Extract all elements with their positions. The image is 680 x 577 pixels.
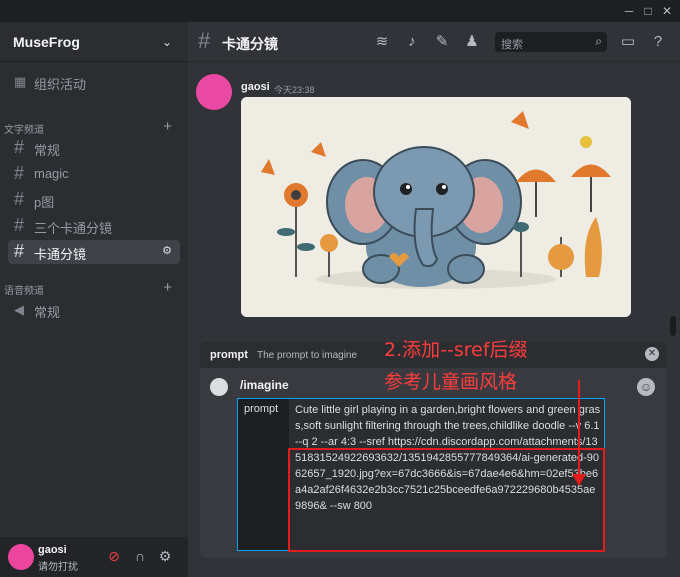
close-icon[interactable]: ✕ <box>645 347 659 361</box>
close-icon[interactable]: ✕ <box>658 3 676 19</box>
avatar[interactable] <box>196 74 232 110</box>
option-label: prompt <box>238 399 289 550</box>
server-name: MuseFrog <box>13 34 80 50</box>
hash-icon: # <box>198 28 211 53</box>
avatar[interactable] <box>8 544 34 570</box>
inbox-icon[interactable]: ▭ <box>618 32 638 52</box>
sidebar-item-voice-general[interactable]: ◀ 常规 <box>8 298 180 322</box>
mute-mic-icon[interactable]: ⊘ <box>105 548 123 566</box>
hash-icon: # <box>14 215 25 235</box>
maximize-icon[interactable]: □ <box>639 3 657 19</box>
search-input[interactable]: 搜索 ⌕ <box>495 32 607 52</box>
hash-icon: # <box>14 241 25 261</box>
hash-icon: # <box>14 163 25 183</box>
annotation-arrow <box>578 380 580 478</box>
message-time: 今天23:38 <box>274 85 315 95</box>
annotation-line-2: 参考儿童画风格 <box>384 371 518 393</box>
annotation-line-1: 2.添加--sref后缀 <box>384 339 528 361</box>
speaker-icon: ◀ <box>14 302 24 317</box>
arrow-head-icon <box>572 474 586 486</box>
calendar-icon: ▦ <box>14 74 27 89</box>
sidebar-item-magic[interactable]: # magic <box>8 162 180 186</box>
pin-icon[interactable]: ✎ <box>432 32 452 52</box>
scrollbar[interactable] <box>670 316 676 336</box>
threads-icon[interactable]: ≋ <box>372 32 392 52</box>
channel-title: 卡通分镜 <box>222 36 278 52</box>
emoji-icon[interactable]: ☺ <box>637 378 655 396</box>
command-name[interactable]: /imagine <box>240 378 289 392</box>
category-text-channels[interactable]: 文字频道 <box>4 121 44 136</box>
prompt-hint-description: The prompt to imagine <box>257 350 358 361</box>
bot-icon <box>210 378 228 396</box>
channel-sidebar: MuseFrog ⌄ ▦ 组织活动 文字频道 + # 常规 # magic # … <box>0 22 188 577</box>
sidebar-item-storyboard[interactable]: # 卡通分镜 ⚙ <box>8 240 180 264</box>
gear-icon[interactable]: ⚙ <box>156 548 174 566</box>
user-status: 请勿打扰 <box>38 562 78 573</box>
server-header[interactable]: MuseFrog ⌄ <box>0 22 188 62</box>
sidebar-item-p-image[interactable]: # p图 <box>8 188 180 212</box>
add-channel-icon[interactable]: + <box>163 118 172 135</box>
sidebar-item-three-storyboards[interactable]: # 三个卡通分镜 <box>8 214 180 238</box>
add-member-icon[interactable]: ⚙ <box>162 244 172 257</box>
headphones-icon[interactable]: ∩ <box>131 548 149 566</box>
members-icon[interactable]: ♟ <box>462 32 482 52</box>
search-icon: ⌕ <box>595 34 602 48</box>
hash-icon: # <box>14 137 25 157</box>
help-icon[interactable]: ? <box>648 32 668 52</box>
hash-icon: # <box>14 189 25 209</box>
user-name: gaosi <box>38 544 67 556</box>
add-voice-channel-icon[interactable]: + <box>163 279 172 296</box>
sidebar-item-general[interactable]: # 常规 <box>8 136 180 160</box>
sidebar-item-events[interactable]: ▦ 组织活动 <box>8 70 180 94</box>
category-voice-channels[interactable]: 语音频道 <box>4 282 44 297</box>
minimize-icon[interactable]: ─ <box>620 3 638 19</box>
highlight-box <box>288 448 605 552</box>
channel-header: # 卡通分镜 ≋ ♪ ✎ ♟ 搜索 ⌕ ▭ ? <box>188 22 680 62</box>
user-panel: gaosi 请勿打扰 ⊘ ∩ ⚙ <box>0 537 188 577</box>
elephant-illustration <box>241 97 631 317</box>
chevron-down-icon[interactable]: ⌄ <box>162 35 172 49</box>
message-author[interactable]: gaosi <box>241 81 270 93</box>
generated-image[interactable] <box>241 97 631 317</box>
title-bar: ─ □ ✕ <box>0 0 680 22</box>
bell-icon[interactable]: ♪ <box>402 32 422 52</box>
prompt-hint-title: prompt <box>210 349 248 361</box>
